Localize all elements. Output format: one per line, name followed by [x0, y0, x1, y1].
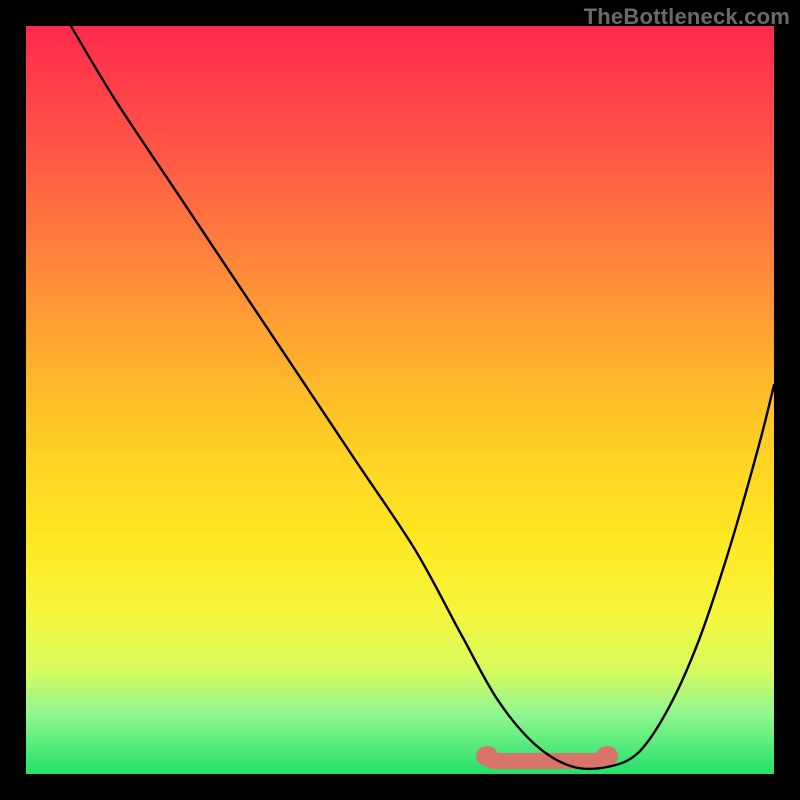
bottleneck-curve	[71, 26, 774, 769]
curve-svg	[26, 26, 774, 774]
plot-area	[26, 26, 774, 774]
chart-container: TheBottleneck.com	[0, 0, 800, 800]
